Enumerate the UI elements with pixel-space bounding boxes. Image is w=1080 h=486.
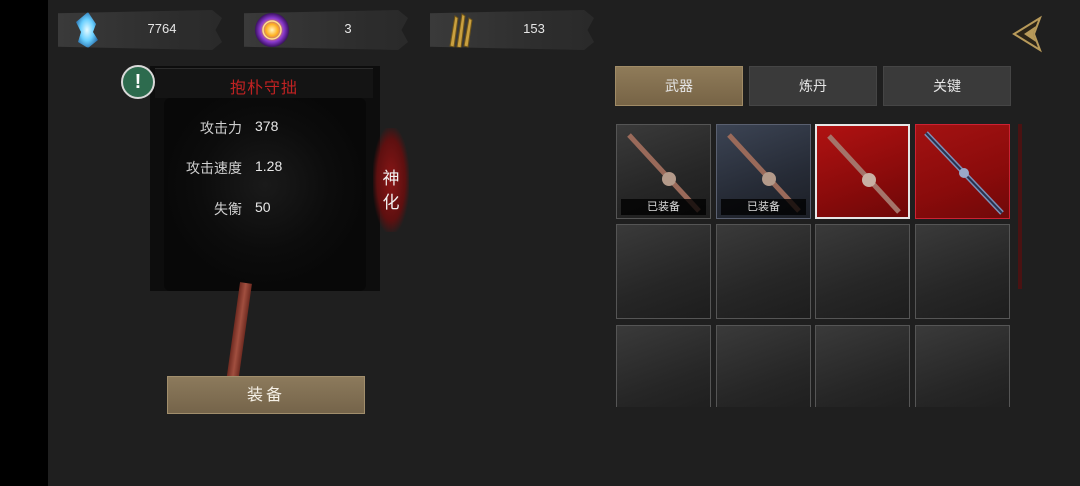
stat-value: 1.28 [255,158,283,174]
spear-icon [924,131,1004,215]
item-slot-empty[interactable] [616,224,711,319]
item-slot-empty[interactable] [815,224,910,319]
item-slot-empty[interactable] [915,224,1010,319]
item-slot-empty[interactable] [815,325,910,407]
blue-crystal-icon [76,12,98,48]
resource-arrows-value: 153 [523,21,545,36]
awaken-label-2: 化 [382,193,400,213]
equipped-badge: 已装备 [621,199,706,215]
stat-label: 攻击速度 [186,161,242,177]
back-arrow-icon[interactable] [1008,14,1048,54]
grid-scrollbar[interactable] [1018,124,1022,289]
item-slot-selected[interactable] [815,124,910,219]
weapon-info-panel [150,66,380,291]
item-slot[interactable] [915,124,1010,219]
stat-value: 50 [255,199,271,215]
stat-label: 攻击力 [200,121,242,137]
awaken-button[interactable]: 神 化 [373,128,409,232]
item-slot-empty[interactable] [716,325,811,407]
stat-label: 失衡 [214,202,242,218]
item-grid: 已装备 已装备 [616,124,1016,407]
tab-weapons[interactable]: 武器 [615,66,743,106]
tab-key-items[interactable]: 关键 [883,66,1011,106]
weapon-title-bar: 抱朴守拙 [155,68,373,98]
item-slot[interactable]: 已装备 [616,124,711,219]
resource-arrows: 153 [430,10,594,50]
purple-orb-icon [255,13,289,47]
resource-orb: 3 [244,10,408,50]
equipped-badge: 已装备 [721,199,806,215]
resource-orb-value: 3 [344,21,352,36]
golden-arrows-icon [449,13,473,49]
left-black-bar [0,0,48,486]
stat-value: 378 [255,118,279,134]
weapon-name: 抱朴守拙 [229,78,298,97]
item-slot[interactable]: 已装备 [716,124,811,219]
item-slot-empty[interactable] [716,224,811,319]
awaken-label-1: 神 [382,169,400,189]
alert-icon[interactable]: ! [121,65,155,99]
item-slot-empty[interactable] [616,325,711,407]
tab-alchemy[interactable]: 炼丹 [749,66,877,106]
resource-crystal: 7764 [58,10,222,50]
equip-button[interactable]: 装备 [167,376,365,414]
item-slot-empty[interactable] [915,325,1010,407]
weapon-staff-handle [226,282,252,383]
resource-crystal-value: 7764 [147,21,177,36]
staff-icon [827,134,901,214]
